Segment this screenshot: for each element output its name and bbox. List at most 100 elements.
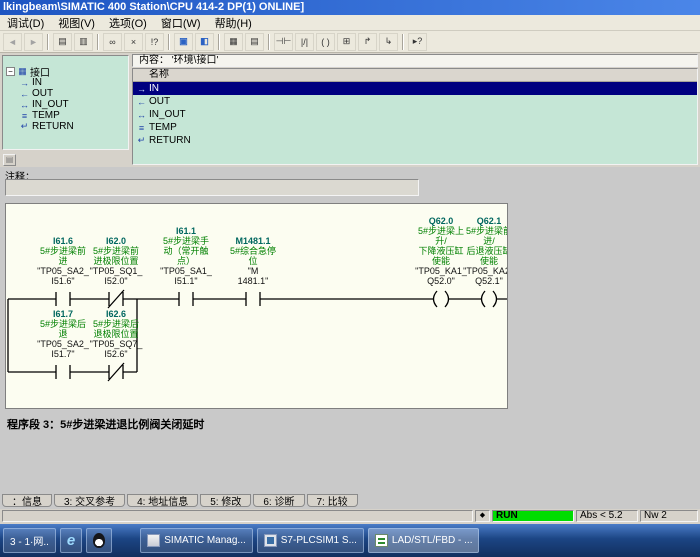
operand-comment: 进极限位置 (78, 256, 154, 266)
save-button[interactable]: ▤ (53, 33, 72, 51)
ladder-contact-i61-1[interactable]: I61.1 5#步进梁手 动（常开触 点） "TP05_SA1_ I51.1" (148, 226, 224, 286)
symbol-info-button[interactable]: ▦ (224, 33, 243, 51)
taskbar-ie-button[interactable]: e (60, 528, 82, 553)
ladder-coil-q62-1[interactable]: Q62.1 5#步进梁前 进/ 后退液压缸 使能 "TP05_KA2_ Q52.… (460, 216, 508, 286)
toolbar-separator (268, 34, 270, 50)
open-branch-button[interactable]: ↱ (358, 33, 377, 51)
menu-window[interactable]: 窗口(W) (154, 15, 208, 31)
column-header-name[interactable]: 名称 (133, 69, 697, 82)
operand-symbol: "TP05_SA1_ (148, 266, 224, 276)
insert-box-button[interactable]: ⊞ (337, 33, 356, 51)
tree-item-in-out[interactable]: ↔ IN_OUT (3, 99, 128, 110)
toolbar-separator (218, 34, 220, 50)
tree-item-temp[interactable]: ≡ TEMP (3, 110, 128, 121)
operand-comment: 后退液压缸 (460, 246, 508, 256)
status-message-area (2, 510, 473, 522)
status-diamond-icon: ◆ (475, 510, 490, 522)
operand-address: I61.1 (148, 226, 224, 236)
temp-icon: ≡ (19, 111, 30, 121)
operand-address: I62.0 (78, 236, 154, 246)
operand-comment: 退极限位置 (78, 329, 154, 339)
in-icon: → (19, 78, 30, 88)
tab-info[interactable]: ：信息 (2, 494, 52, 507)
taskbar-lad-stl-fbd-button[interactable]: LAD/STL/FBD - ... (368, 528, 480, 553)
tab-diagnostics[interactable]: 6: 诊断 (253, 494, 304, 507)
tree-item-interface[interactable]: − ▦ 接口 (3, 66, 128, 77)
declaration-row-label: OUT (149, 96, 170, 107)
insert-coil-button[interactable]: ( ) (316, 33, 335, 51)
operand-address: I62.6 (78, 309, 154, 319)
insert-contact-nc-button[interactable]: |/| (295, 33, 314, 51)
collapse-icon[interactable]: − (6, 67, 15, 76)
operand-comment: 位 (215, 256, 291, 266)
close-branch-button[interactable]: ↳ (379, 33, 398, 51)
tree-item-label: TEMP (32, 110, 60, 121)
network-3-title[interactable]: 程序段 3：5#步进梁进退比例阀关闭延时 (7, 416, 204, 432)
ladder-canvas[interactable]: I61.6 5#步进梁前 进 "TP05_SA2_ I51.6" I62.0 5… (5, 203, 508, 409)
monitor-button[interactable]: ∞ (103, 33, 122, 51)
tree-item-return[interactable]: ↵ RETURN (3, 121, 128, 132)
operand-symbol: "M (215, 266, 291, 276)
ladder-contact-i62-6[interactable]: I62.6 5#步进梁后 退极限位置 "TP05_SQ7_ I52.6" (78, 309, 154, 359)
declaration-row-in[interactable]: → IN (133, 82, 697, 95)
declaration-row-temp[interactable]: ≡ TEMP (133, 121, 697, 134)
temp-icon: ≡ (136, 123, 147, 133)
window-title: lkingbeam\SIMATIC 400 Station\CPU 414-2 … (3, 1, 304, 13)
menu-help[interactable]: 帮助(H) (208, 15, 259, 31)
return-icon: ↵ (136, 135, 147, 146)
declaration-row-return[interactable]: ↵ RETURN (133, 134, 697, 147)
declaration-row-label: TEMP (149, 122, 177, 133)
operand-comment: 使能 (460, 256, 508, 266)
overview-icon: ▤ (250, 36, 259, 47)
overview-button[interactable]: ▤ (245, 33, 264, 51)
out-icon: ← (136, 97, 147, 107)
taskbar-plcsim-button[interactable]: S7-PLCSIM1 S... (257, 528, 364, 553)
insert-contact-no-button[interactable]: ⊣⊢ (274, 33, 293, 51)
menu-options[interactable]: 选项(O) (102, 15, 154, 31)
interface-tree: − ▦ 接口 → IN ← OUT ↔ IN_OUT ≡ TEMP ↵ RETU… (2, 55, 129, 150)
new-window-button[interactable]: ▣ (174, 33, 193, 51)
cancel-button[interactable]: × (124, 33, 143, 51)
ladder-contact-m1481-1[interactable]: M1481.1 5#综合急停 位 "M 1481.1" (215, 236, 291, 286)
operand-comment: 5#步进梁手 (148, 236, 224, 246)
operand-symbol: "TP05_SQ7_ (78, 339, 154, 349)
cascade-window-icon: ◧ (200, 36, 209, 47)
taskbar: 3 - 1·网.. e SIMATIC Manag... S7-PLCSIM1 … (0, 524, 700, 557)
status-bar: ◆ RUN Abs < 5.2 Nw 2 (0, 509, 700, 524)
forward-button[interactable]: ► (24, 33, 43, 51)
status-network-number: Nw 2 (640, 510, 698, 522)
taskbar-qq-button[interactable] (86, 528, 112, 553)
symbol-info-icon: ▦ (229, 36, 238, 47)
menu-view[interactable]: 视图(V) (51, 15, 102, 31)
tree-item-in[interactable]: → IN (3, 77, 128, 88)
s7-plcsim-icon (264, 534, 277, 547)
taskbar-button-label: S7-PLCSIM1 S... (281, 535, 357, 546)
declaration-view-icon[interactable]: ▤ (3, 154, 16, 166)
taskbar-toolbar-button[interactable]: 3 - 1·网.. (3, 528, 56, 553)
taskbar-simatic-manager-button[interactable]: SIMATIC Manag... (140, 528, 253, 553)
comment-zone: 注释： (0, 167, 700, 200)
content-header: 内容： '环境\接口' (132, 54, 698, 67)
tab-cross-reference[interactable]: 3: 交叉参考 (54, 494, 125, 507)
menu-debug[interactable]: 调试(D) (0, 15, 51, 31)
ladder-contact-i62-0[interactable]: I62.0 5#步进梁前 进极限位置 "TP05_SQ1_ I52.0" (78, 236, 154, 286)
open-branch-icon: ↱ (364, 36, 372, 47)
tree-item-out[interactable]: ← OUT (3, 88, 128, 99)
menu-bar: 调试(D) 视图(V) 选项(O) 窗口(W) 帮助(H) (0, 15, 700, 31)
tab-compare[interactable]: 7: 比较 (307, 494, 358, 507)
print-button[interactable]: ▥ (74, 33, 93, 51)
toolbar: ◄ ► ▤ ▥ ∞ × !? ▣ ◧ ▦ ▤ ⊣⊢ |/| ( ) ⊞ ↱ ↳ … (0, 31, 700, 53)
context-help-button[interactable]: ▸? (408, 33, 427, 51)
operand-symbol: I51.1" (148, 276, 224, 286)
tab-address-info[interactable]: 4: 地址信息 (127, 494, 198, 507)
comment-field[interactable] (5, 179, 419, 196)
back-button[interactable]: ◄ (3, 33, 22, 51)
update-status-button[interactable]: !? (145, 33, 164, 51)
cascade-window-button[interactable]: ◧ (195, 33, 214, 51)
declaration-row-out[interactable]: ← OUT (133, 95, 697, 108)
operand-comment: 进/ (460, 236, 508, 246)
tab-modify[interactable]: 5: 修改 (200, 494, 251, 507)
operand-comment: 5#综合急停 (215, 246, 291, 256)
declaration-row-in-out[interactable]: ↔ IN_OUT (133, 108, 697, 121)
content-header-text: 内容： '环境\接口' (139, 55, 218, 66)
